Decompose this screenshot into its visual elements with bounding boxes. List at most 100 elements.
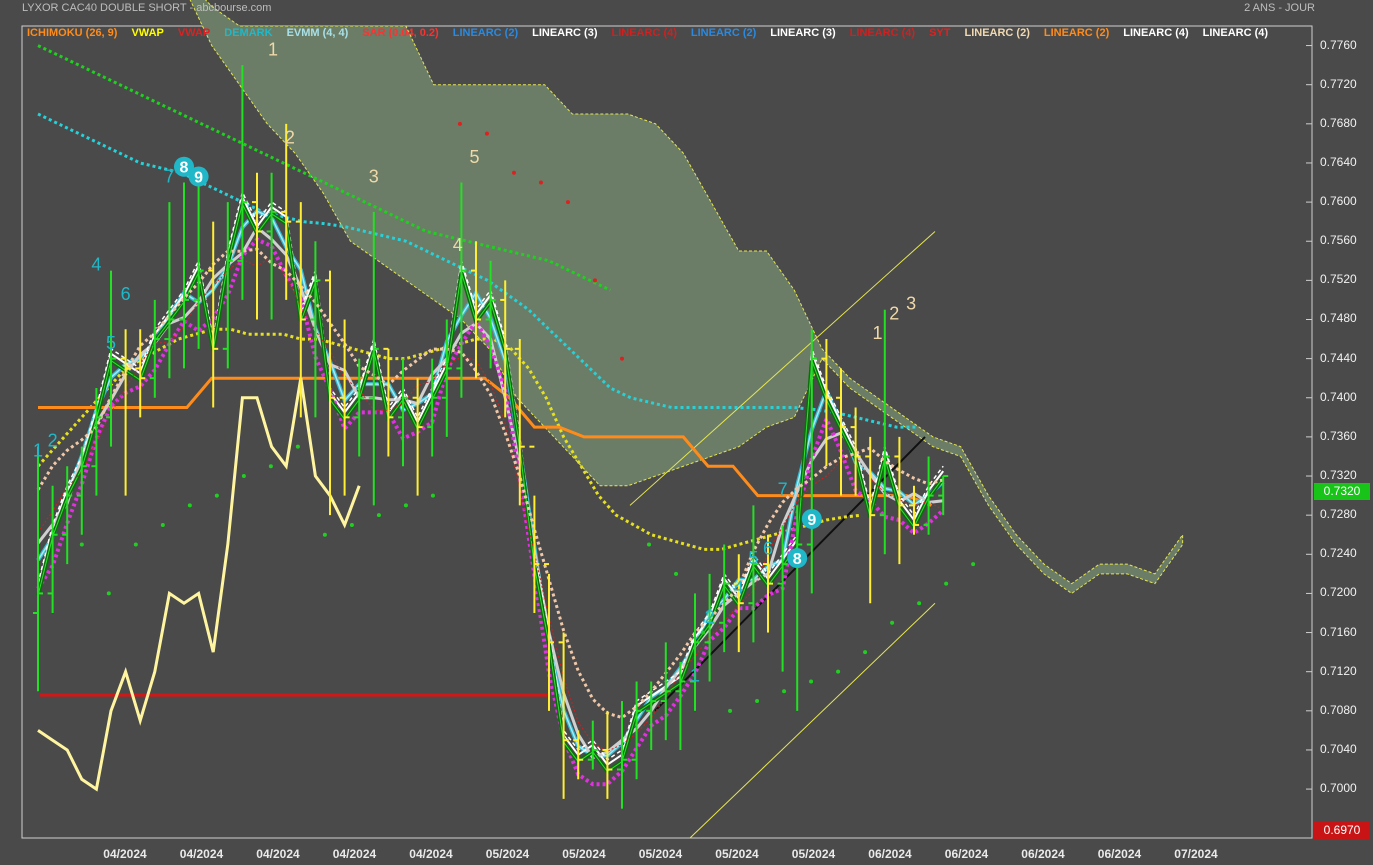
count-down-label: 1	[690, 665, 700, 685]
y-tick-label: 0.7680	[1320, 115, 1357, 130]
count-up-label: 2	[285, 127, 295, 147]
sar-dot	[728, 708, 733, 713]
count-up-label: 3	[906, 294, 916, 314]
legend-item: VWAP	[177, 27, 211, 39]
sar-dot	[187, 503, 192, 508]
count-down-label: 7	[164, 167, 174, 187]
y-tick-label: 0.7760	[1320, 37, 1357, 52]
sar-dot	[349, 522, 354, 527]
x-tick-label: 06/2024	[1097, 847, 1142, 861]
sar-dot	[484, 131, 489, 136]
sar-dot	[971, 562, 976, 567]
y-tick-label: 0.7600	[1320, 194, 1357, 209]
sar-dot	[160, 522, 165, 527]
legend-item: LINEARC (4)	[849, 27, 916, 39]
count-down-label: 4	[734, 577, 744, 597]
y-tick-label: 0.7400	[1320, 389, 1357, 404]
sar-dot	[782, 689, 787, 694]
sar-dot	[917, 601, 922, 606]
chart-window: 123451231245678912456789 LYXOR CAC40 DOU…	[0, 0, 1373, 865]
legend-item: ICHIMOKU (26, 9)	[27, 27, 118, 39]
y-tick-label: 0.7320	[1320, 468, 1357, 483]
sar-dot	[755, 699, 760, 704]
x-tick-label: 05/2024	[791, 847, 836, 861]
x-tick-label: 05/2024	[562, 847, 606, 861]
legend-item: SYT	[929, 27, 951, 39]
y-tick-label: 0.7280	[1320, 507, 1357, 522]
y-tick-label: 0.7360	[1320, 428, 1357, 443]
sar-dot	[376, 513, 381, 518]
count-up-label: 2	[889, 303, 899, 323]
y-tick-label: 0.7440	[1320, 350, 1357, 365]
count-down-label: 7	[778, 480, 788, 500]
legend-item: LINEARC (4)	[1202, 27, 1269, 39]
count-down-label: 9	[807, 512, 816, 529]
count-down-label: 4	[91, 255, 101, 275]
legend-item: LINEARC (2)	[964, 27, 1030, 39]
x-tick-label: 05/2024	[715, 847, 759, 861]
count-up-label: 3	[369, 167, 379, 187]
sar-dot	[592, 278, 597, 283]
y-tick-label: 0.7120	[1320, 663, 1357, 678]
y-tick-label: 0.7000	[1320, 781, 1357, 796]
y-tick-label: 0.7520	[1320, 272, 1357, 287]
legend-item: LINEARC (2)	[690, 27, 757, 39]
legend-item: LINEARC (3)	[770, 27, 836, 39]
sar-dot	[538, 180, 543, 185]
x-tick-label: 07/2024	[1174, 847, 1218, 861]
x-tick-label: 05/2024	[485, 847, 530, 861]
x-tick-label: 04/2024	[409, 847, 453, 861]
x-tick-label: 06/2024	[944, 847, 989, 861]
price-chart[interactable]: 1234512 31 24567 891245 6789	[0, 0, 1373, 865]
sar-dot	[79, 542, 84, 547]
legend-item: LINEARC (4)	[611, 27, 677, 39]
count-up-label: 5	[470, 147, 480, 167]
y-tick-label: 0.7720	[1320, 76, 1357, 91]
sar-dot	[863, 650, 868, 655]
count-up-label: 1	[872, 323, 882, 343]
x-tick-label: 04/2024	[103, 847, 147, 861]
sar-dot	[106, 591, 111, 596]
y-tick-label: 0.7480	[1320, 311, 1357, 326]
sar-dot	[674, 571, 679, 576]
count-down-label: 5	[748, 548, 758, 568]
sar-dot	[647, 542, 652, 547]
legend-item: LINEARC (3)	[532, 27, 598, 39]
indicator-legend: ICHIMOKU (26, 9) VWAP VWAP DEMARK EVMM (4, 4…	[27, 27, 1268, 39]
sar-dot	[836, 669, 841, 674]
chart-title: LYXOR CAC40 DOUBLE SHORT - abcbourse.com	[22, 2, 272, 14]
y-tick-label: 0.7240	[1320, 546, 1357, 561]
y-tick-label: 0.7640	[1320, 154, 1357, 169]
y-tick-label: 0.7040	[1320, 741, 1357, 756]
count-down-label: 6	[763, 538, 773, 558]
sar-dot	[214, 493, 219, 498]
count-up-label: 4	[453, 235, 463, 255]
x-tick-label: 04/2024	[256, 847, 300, 861]
count-down-label: 8	[180, 160, 189, 177]
sar-dot	[890, 620, 895, 625]
count-down-label: 6	[121, 284, 131, 304]
sar-dot	[511, 170, 516, 175]
x-tick-label: 04/2024	[332, 847, 377, 861]
sar-dot	[620, 356, 624, 361]
last-price-badge: 0.7320	[1314, 483, 1370, 500]
count-down-label: 2	[705, 607, 715, 627]
sar-dot	[701, 630, 706, 635]
x-tick-label: 06/2024	[1021, 847, 1065, 861]
chart-period[interactable]: 2 ANS - JOUR	[1244, 2, 1315, 14]
y-tick-label: 0.7080	[1320, 702, 1357, 717]
count-down-label: 2	[48, 431, 58, 451]
y-tick-label: 0.7160	[1320, 624, 1357, 639]
legend-item: EVMM (4, 4)	[286, 27, 349, 39]
count-down-label: 9	[194, 170, 203, 187]
x-tick-label: 06/2024	[868, 847, 912, 861]
low-price-badge: 0.6970	[1314, 822, 1370, 839]
legend-item: SAR (0.04, 0.2)	[362, 27, 439, 39]
sar-dot	[241, 474, 246, 479]
sar-dot	[809, 679, 814, 684]
sar-dot	[457, 121, 462, 126]
sar-dot	[565, 200, 570, 205]
count-up-label: 1	[268, 39, 278, 59]
legend-item: DEMARK	[224, 27, 273, 39]
sar-dot	[430, 493, 435, 498]
